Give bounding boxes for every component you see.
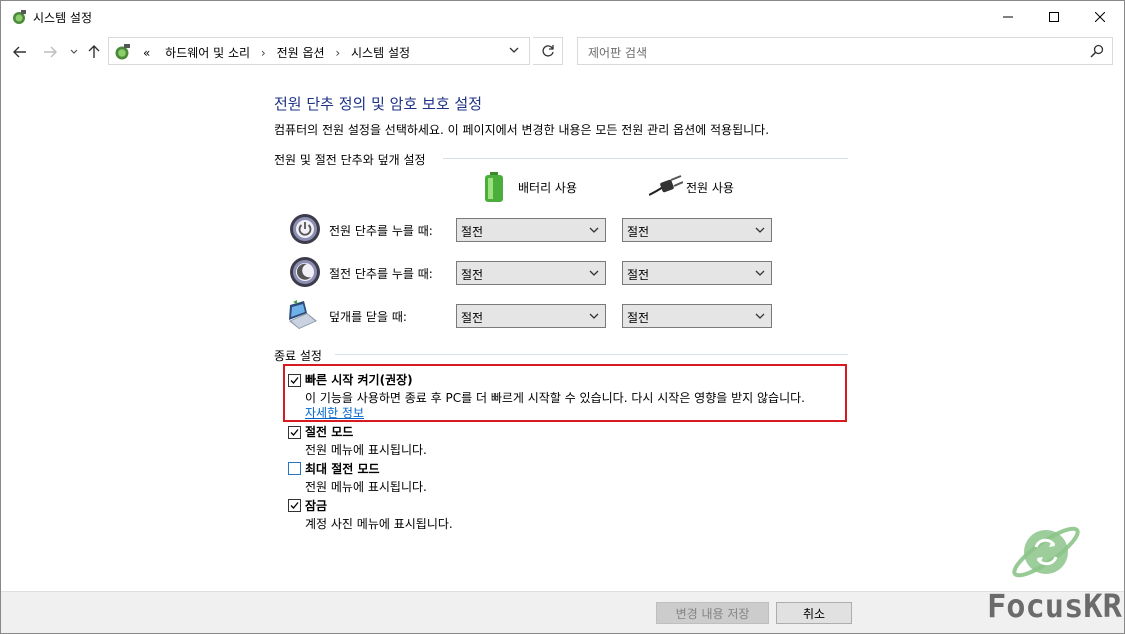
save-changes-button[interactable]: 변경 내용 저장 xyxy=(656,602,769,624)
breadcrumb: « 하드웨어 및 소리 › 전원 옵션 › 시스템 설정 xyxy=(143,44,410,61)
plugged-in-column-header: 전원 사용 xyxy=(686,181,734,195)
select-value: 절전 xyxy=(627,268,650,282)
breadcrumb-hardware-sound[interactable]: 하드웨어 및 소리 xyxy=(165,46,250,60)
power-section-title: 전원 및 절전 단추와 덮개 설정 xyxy=(274,153,426,167)
lock-label[interactable]: 잠금 xyxy=(305,497,327,514)
sleep-button-plugged-select[interactable]: 절전 xyxy=(622,261,772,285)
maximize-icon xyxy=(1049,12,1059,22)
checkmark-icon xyxy=(290,429,299,436)
divider xyxy=(335,354,848,355)
focuskr-logo-icon xyxy=(1012,526,1080,578)
divider xyxy=(443,158,848,159)
window-title: 시스템 설정 xyxy=(33,11,93,25)
arrow-left-icon xyxy=(13,46,26,58)
chevron-down-icon xyxy=(755,227,765,233)
battery-icon xyxy=(485,172,503,202)
sleep-button-battery-select[interactable]: 절전 xyxy=(456,261,606,285)
chevron-down-icon xyxy=(70,49,78,54)
power-options-icon xyxy=(115,44,130,60)
main-content: 전원 단추 정의 및 암호 보호 설정 컴퓨터의 전원 설정을 선택하세요. 이… xyxy=(1,71,1124,591)
shutdown-section-title: 종료 설정 xyxy=(274,349,322,363)
breadcrumb-overflow[interactable]: « xyxy=(143,46,150,60)
sleep-checkbox[interactable] xyxy=(288,426,301,439)
hibernate-label[interactable]: 최대 절전 모드 xyxy=(305,460,380,477)
power-button-battery-select[interactable]: 절전 xyxy=(456,218,606,242)
search-box[interactable]: 제어판 검색 xyxy=(577,37,1113,65)
footer-bar: 변경 내용 저장 취소 xyxy=(1,591,1124,633)
refresh-icon xyxy=(541,45,554,57)
fast-startup-description: 이 기능을 사용하면 종료 후 PC를 더 빠르게 시작할 수 있습니다. 다시… xyxy=(305,391,805,405)
checkmark-icon xyxy=(290,502,299,509)
laptop-lid-icon xyxy=(289,300,317,329)
hibernate-checkbox[interactable] xyxy=(288,462,301,475)
system-settings-window: 시스템 설정 « 하드웨어 및 소리 › 전원 옵션 › 시스템 설정 제어판 … xyxy=(0,0,1125,634)
page-title: 전원 단추 정의 및 암호 보호 설정 xyxy=(274,95,483,113)
chevron-down-icon xyxy=(589,227,599,233)
power-button-icon xyxy=(290,214,320,244)
more-info-link[interactable]: 자세한 정보 xyxy=(305,404,364,421)
power-button-plugged-select[interactable]: 절전 xyxy=(622,218,772,242)
chevron-down-icon xyxy=(589,270,599,276)
search-placeholder: 제어판 검색 xyxy=(588,46,648,60)
breadcrumb-power-options[interactable]: 전원 옵션 xyxy=(277,46,325,60)
back-button[interactable] xyxy=(11,43,29,61)
title-bar: 시스템 설정 xyxy=(1,1,1124,33)
lid-close-plugged-select[interactable]: 절전 xyxy=(622,304,772,328)
fast-startup-label[interactable]: 빠른 시작 켜기(권장) xyxy=(305,371,413,388)
lock-description: 계정 사진 메뉴에 표시됩니다. xyxy=(305,517,453,531)
close-button[interactable] xyxy=(1077,1,1123,33)
maximize-button[interactable] xyxy=(1031,1,1077,33)
lock-checkbox[interactable] xyxy=(288,499,301,512)
navigation-bar: « 하드웨어 및 소리 › 전원 옵션 › 시스템 설정 제어판 검색 xyxy=(1,33,1124,71)
breadcrumb-system-settings[interactable]: 시스템 설정 xyxy=(351,46,410,60)
page-description: 컴퓨터의 전원 설정을 선택하세요. 이 페이지에서 변경한 내용은 모든 전원… xyxy=(274,123,770,137)
forward-button[interactable] xyxy=(41,43,59,61)
sleep-description: 전원 메뉴에 표시됩니다. xyxy=(305,443,427,457)
arrow-up-icon xyxy=(88,45,100,58)
chevron-down-icon xyxy=(755,313,765,319)
chevron-down-icon xyxy=(589,313,599,319)
fast-startup-checkbox[interactable] xyxy=(288,374,301,387)
select-value: 절전 xyxy=(461,268,484,282)
power-button-label: 전원 단추를 누를 때: xyxy=(329,224,433,238)
sleep-button-label: 절전 단추를 누를 때: xyxy=(329,267,433,281)
close-icon xyxy=(1095,12,1105,22)
sleep-button-icon xyxy=(290,257,320,287)
cancel-button[interactable]: 취소 xyxy=(776,602,852,624)
battery-column-header: 배터리 사용 xyxy=(518,181,578,195)
power-options-icon xyxy=(13,10,26,24)
up-button[interactable] xyxy=(85,43,103,61)
select-value: 절전 xyxy=(461,225,484,239)
address-bar[interactable]: « 하드웨어 및 소리 › 전원 옵션 › 시스템 설정 xyxy=(108,37,530,65)
lid-close-label: 덮개를 닫을 때: xyxy=(329,310,407,324)
checkmark-icon xyxy=(290,377,299,384)
lid-close-battery-select[interactable]: 절전 xyxy=(456,304,606,328)
arrow-right-icon xyxy=(44,46,57,58)
chevron-down-icon[interactable] xyxy=(509,46,519,54)
select-value: 절전 xyxy=(627,225,650,239)
select-value: 절전 xyxy=(627,311,650,325)
select-value: 절전 xyxy=(461,311,484,325)
breadcrumb-separator-icon: › xyxy=(335,46,341,60)
watermark-text: FocusKR xyxy=(987,587,1122,625)
refresh-button[interactable] xyxy=(533,37,563,65)
hibernate-description: 전원 메뉴에 표시됩니다. xyxy=(305,480,427,494)
minimize-icon xyxy=(1003,16,1013,18)
breadcrumb-separator-icon: › xyxy=(260,46,266,60)
minimize-button[interactable] xyxy=(985,1,1031,33)
sleep-label[interactable]: 절전 모드 xyxy=(305,423,353,440)
chevron-down-icon xyxy=(755,270,765,276)
recent-locations-button[interactable] xyxy=(65,43,83,61)
power-plug-icon xyxy=(649,175,683,196)
search-icon[interactable] xyxy=(1090,44,1104,58)
